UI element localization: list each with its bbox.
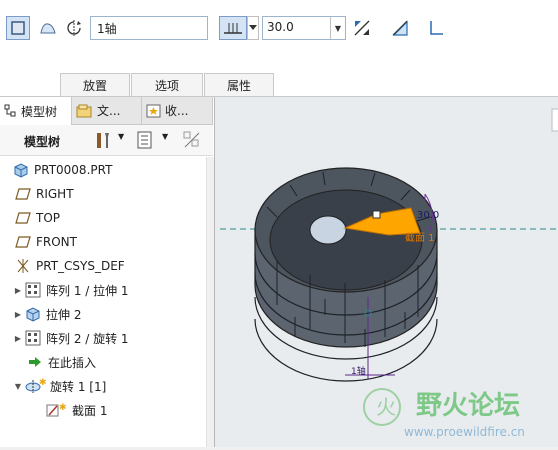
solid-icon[interactable] [6,16,30,40]
tree-toolbar: 模型树 ▼ ▼ [0,125,213,156]
model-tree-icon [4,104,16,117]
tab-placement[interactable]: 放置 [60,73,130,96]
chevron-down-icon[interactable]: ▼ [330,17,345,39]
tree-item-part[interactable]: PRT0008.PRT [0,158,206,182]
folder-icon [76,104,92,117]
tree-item-csys[interactable]: PRT_CSYS_DEF [14,254,220,278]
svg-text:✱: ✱ [59,403,67,413]
tab-properties[interactable]: 属性 [204,73,274,96]
angle-value: 30.0 [267,20,294,34]
svg-text:火: 火 [376,395,396,419]
tree-item-label: 阵列 1 / 拉伸 1 [46,283,129,298]
tree-item-label: FRONT [36,235,77,249]
tree-item-pattern-1[interactable]: ▶ 阵列 1 / 拉伸 1 [12,278,218,302]
tab-label: 模型树 [21,104,58,119]
datum-plane-icon [14,210,32,226]
surface-icon[interactable] [36,16,60,40]
datum-plane-icon [14,186,32,202]
cylinder-inner [269,189,423,291]
tree-item-label: RIGHT [36,187,74,201]
tree-item-pattern-2[interactable]: ▶ 阵列 2 / 旋转 1 [12,326,218,350]
show-settings-icon[interactable] [136,130,154,153]
remove-material-icon[interactable] [388,16,412,40]
view-tool-button [551,108,558,132]
chevron-down-icon[interactable]: ▼ [162,132,168,141]
tree-item-insert-here[interactable]: 在此插入 [26,350,232,374]
tab-model-tree[interactable]: 模型树 [0,97,72,125]
angle-type-icon[interactable] [219,16,247,40]
navigator-panel: 模型树 文... 收... 模型树 ▼ ▼ PRT0008.PRT RIGHT … [0,97,215,447]
tree-item-right[interactable]: RIGHT [14,182,220,206]
thicken-sketch-icon[interactable] [424,16,448,40]
pattern-icon [24,282,42,298]
tab-label: 收... [165,104,189,118]
angle-dimension-text: 30.0 [417,210,439,221]
tree-toolbar-label: 模型树 [24,135,61,149]
collapse-icon[interactable]: ▼ [12,382,24,391]
drag-handle [372,210,381,219]
svg-text:✱: ✱ [39,378,46,388]
expand-icon[interactable]: ▶ [12,334,24,343]
tab-label: 文... [97,104,121,118]
tree-item-label: 拉伸 2 [46,307,82,322]
tree-item-label: TOP [36,211,61,225]
axis-collector-field[interactable]: 1轴 [90,16,208,40]
revolve-icon: ✱ [24,378,46,394]
tree-item-top[interactable]: TOP [14,206,220,230]
tab-folder-browser[interactable]: 文... [72,97,142,125]
revolve-axis-icon[interactable] [62,16,86,40]
axis-label: 1轴 [351,365,366,377]
watermark-title: 野火论坛 [416,391,520,421]
tree-item-label: 截面 1 [72,403,108,418]
part-icon [12,162,30,178]
tree-scrollbar[interactable] [206,157,214,447]
tools-icon[interactable] [93,130,113,153]
sketch-icon: ✱ [46,402,68,418]
tree-item-label: 旋转 1 [1] [50,379,107,394]
tab-options[interactable]: 选项 [131,73,203,96]
tree-item-label: 阵列 2 / 旋转 1 [46,331,129,346]
tree-item-label: PRT0008.PRT [34,163,113,177]
tree-item-front[interactable]: FRONT [14,230,220,254]
angle-value-field[interactable]: 30.0 ▼ [262,16,346,40]
datum-plane-icon [14,234,32,250]
forum-watermark: 火 野火论坛 www.proewildfire.cn [360,380,558,447]
insert-arrow-icon [26,354,44,370]
watermark-url: www.proewildfire.cn [404,425,525,439]
tree-item-revolve-1[interactable]: ▼ ✱ 旋转 1 [1] [12,374,218,398]
tree-item-extrude-2[interactable]: ▶ 拉伸 2 [12,302,218,326]
cylinder-hole [309,215,347,245]
extrude-icon [24,306,42,322]
angle-type-dropdown-icon[interactable] [247,16,259,40]
section-label: 截面 1 [405,231,435,244]
hide-items-icon[interactable] [182,130,202,153]
pattern-icon [24,330,42,346]
tree-item-label: PRT_CSYS_DEF [36,259,125,273]
chevron-down-icon[interactable]: ▼ [118,132,124,141]
tab-favorites[interactable]: 收... [142,97,213,125]
csys-icon [14,258,32,274]
tree-item-label: 在此插入 [48,355,97,370]
expand-icon[interactable]: ▶ [12,310,24,319]
revolve-dashboard: 1轴 30.0 ▼ 放置 选项 属性 [0,0,558,97]
flip-direction-icon[interactable] [350,16,374,40]
expand-icon[interactable]: ▶ [12,286,24,295]
favorites-icon [146,104,161,117]
